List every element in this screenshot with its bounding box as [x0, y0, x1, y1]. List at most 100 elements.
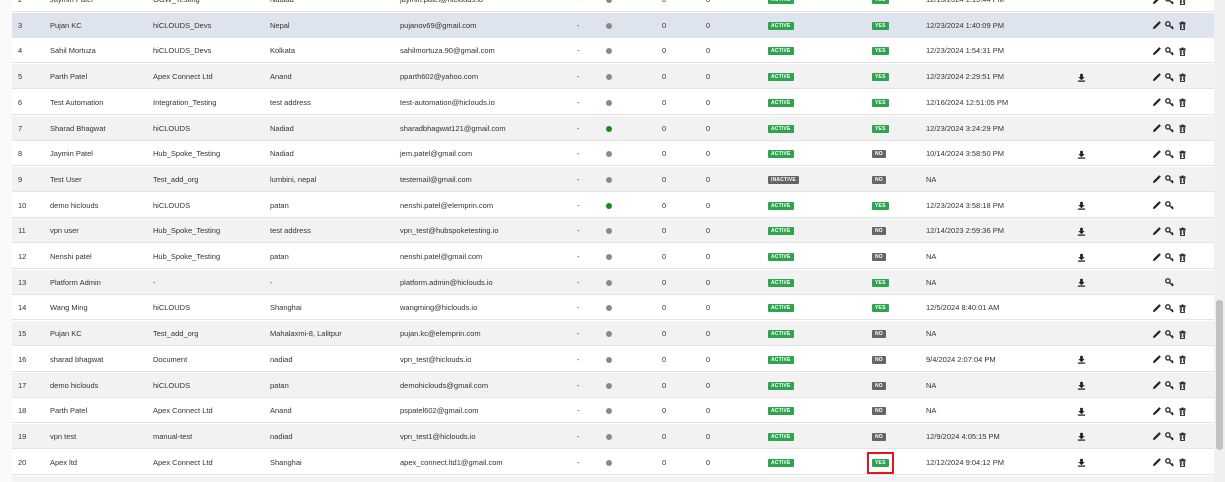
pencil-icon[interactable]: [1152, 21, 1161, 30]
row-index: 19: [18, 431, 27, 441]
trash-icon[interactable]: [1178, 381, 1187, 391]
trash-icon[interactable]: [1178, 227, 1187, 236]
verified-badge: YES: [872, 278, 889, 287]
key-icon[interactable]: [1165, 278, 1174, 287]
table-row[interactable]: 11 vpn user Hub_Spoke_Testing test address v…: [12, 218, 1214, 244]
download-icon[interactable]: [1077, 407, 1086, 416]
pencil-icon[interactable]: [1152, 329, 1161, 339]
key-icon[interactable]: [1165, 226, 1174, 236]
download-icon[interactable]: [1077, 150, 1086, 159]
trash-icon[interactable]: [1178, 150, 1187, 159]
organization-name: Apex Connect Ltd: [153, 457, 213, 467]
key-icon[interactable]: [1165, 21, 1174, 30]
scrollbar-thumb[interactable]: [1216, 300, 1223, 450]
pencil-icon[interactable]: [1152, 252, 1161, 262]
download-icon[interactable]: [1077, 381, 1086, 390]
download-icon[interactable]: [1077, 201, 1086, 210]
trash-icon[interactable]: [1178, 355, 1187, 365]
pencil-icon[interactable]: [1152, 0, 1161, 5]
trash-icon[interactable]: [1178, 458, 1187, 468]
pencil-icon[interactable]: [1152, 201, 1161, 210]
trash-icon[interactable]: [1178, 98, 1187, 108]
table-row[interactable]: 17 demo hiclouds hiCLOUDS patan demohiclouds…: [12, 372, 1214, 398]
download-cell: [1077, 218, 1086, 243]
pencil-icon[interactable]: [1152, 47, 1161, 56]
trash-icon[interactable]: [1178, 0, 1187, 5]
table-row[interactable]: 20 Apex ltd Apex Connect Ltd Shanghai apex_c…: [12, 450, 1214, 475]
online-status-cell: [606, 13, 612, 38]
key-icon[interactable]: [1165, 329, 1174, 339]
trash-icon[interactable]: [1178, 47, 1187, 56]
pencil-icon[interactable]: [1152, 175, 1161, 184]
table-row[interactable]: 2 Jaymin Patel OGW_Testing Nadiad jaymin.pat…: [12, 0, 1214, 12]
actions-cell: [1152, 218, 1191, 243]
key-icon[interactable]: [1165, 252, 1174, 262]
table-row[interactable]: 9 Test User Test_add_org lumbini, nepal test…: [12, 166, 1214, 192]
table-row[interactable]: 15 Pujan KC Test_add_org Mahalaxmi-8, Lalit…: [12, 321, 1214, 347]
row-index: 10: [18, 200, 27, 210]
download-icon[interactable]: [1077, 227, 1086, 236]
download-icon[interactable]: [1077, 253, 1086, 262]
pencil-icon[interactable]: [1152, 458, 1161, 467]
table-row[interactable]: 18 Parth Patel Apex Connect Ltd Anand pspate…: [12, 398, 1214, 424]
table-row[interactable]: 10 demo hiclouds hiCLOUDS patan nenshi.patel…: [12, 193, 1214, 218]
table-row[interactable]: 8 Jaymin Patel Hub_Spoke_Testing Nadiad jem.…: [12, 141, 1214, 167]
online-status-cell: [606, 295, 612, 320]
key-icon[interactable]: [1165, 201, 1174, 210]
pencil-icon[interactable]: [1152, 432, 1161, 441]
trash-icon[interactable]: [1178, 407, 1187, 416]
table-row[interactable]: 4 Sahil Mortuza hiCLOUDS_Devs Kolkata sahilm…: [12, 38, 1214, 64]
user-address: nadiad: [270, 431, 293, 441]
download-icon[interactable]: [1077, 278, 1086, 287]
download-icon[interactable]: [1077, 355, 1086, 365]
user-name: Parth Patel: [50, 406, 88, 416]
pencil-icon[interactable]: [1152, 98, 1161, 107]
table-row[interactable]: 13 Platform Admin - - platform.admin@hicloud…: [12, 269, 1214, 295]
table-row[interactable]: 14 Wang Ming hiCLOUDS Shanghai wangming@hicl…: [12, 295, 1214, 321]
table-row[interactable]: 5 Parth Patel Apex Connect Ltd Anand pparth6…: [12, 64, 1214, 90]
pencil-icon[interactable]: [1152, 355, 1161, 364]
download-icon[interactable]: [1077, 458, 1086, 467]
key-icon[interactable]: [1165, 175, 1174, 184]
trash-icon[interactable]: [1178, 252, 1187, 262]
table-row[interactable]: 6 Test Automation Integration_Testing test …: [12, 90, 1214, 115]
pencil-icon[interactable]: [1152, 304, 1161, 313]
key-icon[interactable]: [1165, 149, 1174, 159]
table-row[interactable]: 3 Pujan KC hiCLOUDS_Devs Nepal pujanov69@gma…: [12, 12, 1214, 38]
trash-icon[interactable]: [1178, 175, 1187, 185]
table-row[interactable]: 16 sharad bhagwat Document nadiad vpn_test@h…: [12, 347, 1214, 372]
download-cell: [1077, 424, 1086, 449]
key-icon[interactable]: [1165, 72, 1174, 82]
trash-icon[interactable]: [1178, 124, 1187, 134]
key-icon[interactable]: [1165, 458, 1174, 467]
pencil-icon[interactable]: [1152, 149, 1161, 159]
trash-icon[interactable]: [1178, 21, 1187, 31]
pencil-icon[interactable]: [1152, 124, 1161, 133]
trash-icon[interactable]: [1178, 304, 1187, 313]
user-phone: -: [577, 97, 580, 107]
download-icon[interactable]: [1077, 73, 1086, 82]
key-icon[interactable]: [1165, 46, 1174, 56]
pencil-icon[interactable]: [1152, 381, 1161, 390]
organization-name: Hub_Spoke_Testing: [153, 149, 221, 159]
table-row[interactable]: 19 vpn test manual-test nadiad vpn_test1@hic…: [12, 423, 1214, 449]
trash-icon[interactable]: [1178, 330, 1187, 339]
key-icon[interactable]: [1165, 0, 1174, 5]
pencil-icon[interactable]: [1152, 406, 1161, 416]
download-icon[interactable]: [1077, 432, 1086, 442]
key-icon[interactable]: [1165, 303, 1174, 313]
trash-icon[interactable]: [1178, 432, 1187, 442]
trash-icon[interactable]: [1178, 73, 1187, 82]
key-icon[interactable]: [1165, 432, 1174, 441]
key-icon[interactable]: [1165, 124, 1174, 133]
pencil-icon[interactable]: [1152, 226, 1161, 236]
table-row[interactable]: 12 Nenshi patel Hub_Spoke_Testing patan nens…: [12, 244, 1214, 269]
table-row[interactable]: 7 Sharad Bhagwat hiCLOUDS Nadiad sharadbhagw…: [12, 115, 1214, 141]
key-icon[interactable]: [1165, 98, 1174, 107]
key-icon[interactable]: [1165, 381, 1174, 390]
pencil-icon[interactable]: [1152, 72, 1161, 82]
vertical-scrollbar[interactable]: [1214, 0, 1225, 482]
key-icon[interactable]: [1165, 355, 1174, 364]
verified-cell: NO: [872, 218, 886, 243]
key-icon[interactable]: [1165, 406, 1174, 416]
